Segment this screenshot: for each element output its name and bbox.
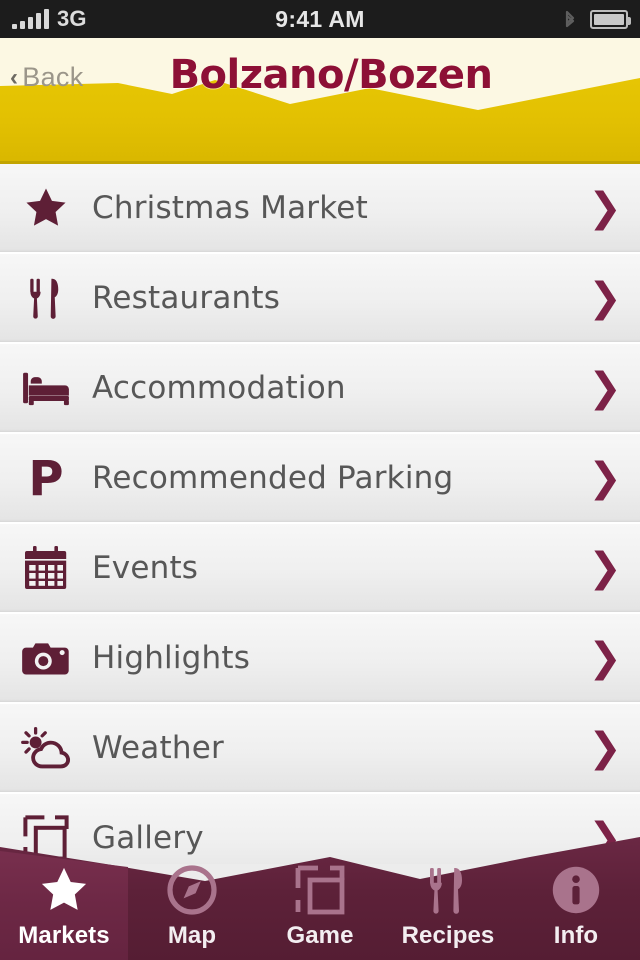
tab-bar-items: Markets Map Game Recipes Info	[0, 835, 640, 960]
tab-label: Map	[167, 922, 217, 949]
cards-icon	[294, 862, 346, 918]
camera-icon	[0, 613, 92, 703]
status-bar-center: 9:41 AM	[0, 6, 640, 33]
menu-list: Christmas Market ❯ Restaurants ❯ Accommo…	[0, 164, 640, 864]
status-bar: 3G 9:41 AM	[0, 0, 640, 38]
list-item-label: Weather	[92, 730, 224, 766]
page-title: Bolzano/Bozen	[169, 52, 493, 98]
chevron-right-icon: ❯	[588, 545, 622, 591]
sun-cloud-icon	[0, 703, 92, 793]
tab-markets[interactable]: Markets	[0, 835, 128, 960]
list-item[interactable]: Restaurants ❯	[0, 254, 640, 344]
list-item[interactable]: P Recommended Parking ❯	[0, 434, 640, 524]
navigation-header: ‹ Back Bolzano/Bozen	[0, 38, 640, 164]
list-item-label: Accommodation	[92, 370, 346, 406]
list-item[interactable]: Accommodation ❯	[0, 344, 640, 434]
calendar-icon	[0, 523, 92, 613]
clock-label: 9:41 AM	[275, 5, 365, 32]
list-item[interactable]: Christmas Market ❯	[0, 164, 640, 254]
chevron-right-icon: ❯	[588, 635, 622, 681]
chevron-right-icon: ❯	[588, 455, 622, 501]
bluetooth-icon	[562, 8, 578, 30]
parking-p-icon: P	[0, 433, 92, 523]
app-screen: 3G 9:41 AM ‹ Back Bolzano/Bozen Christma…	[0, 0, 640, 960]
tab-game[interactable]: Game	[256, 835, 384, 960]
fork-knife-icon	[424, 862, 472, 918]
tab-label: Info	[553, 922, 599, 949]
chevron-right-icon: ❯	[588, 185, 622, 231]
chevron-right-icon: ❯	[588, 275, 622, 321]
list-item-label: Restaurants	[92, 280, 281, 316]
compass-icon	[166, 862, 218, 918]
list-item-label: Christmas Market	[92, 190, 368, 226]
fork-knife-icon	[0, 253, 92, 343]
tab-label: Game	[286, 922, 354, 949]
battery-icon	[590, 9, 631, 29]
tab-label: Recipes	[401, 922, 495, 949]
star-icon	[0, 164, 92, 253]
list-item-label: Events	[92, 550, 199, 586]
bottom-tab-bar: Markets Map Game Recipes Info	[0, 835, 640, 960]
info-circle-icon	[550, 862, 602, 918]
tab-recipes[interactable]: Recipes	[384, 835, 512, 960]
tab-info[interactable]: Info	[512, 835, 640, 960]
chevron-right-icon: ❯	[588, 365, 622, 411]
list-item-label: Recommended Parking	[92, 460, 454, 496]
list-item[interactable]: Weather ❯	[0, 704, 640, 794]
star-icon	[38, 862, 90, 918]
list-item[interactable]: Events ❯	[0, 524, 640, 614]
header-bottom-divider	[0, 161, 640, 164]
bed-icon	[0, 343, 92, 433]
list-item-label: Highlights	[92, 640, 251, 676]
svg-text:P: P	[28, 454, 63, 502]
tab-map[interactable]: Map	[128, 835, 256, 960]
chevron-right-icon: ❯	[588, 725, 622, 771]
list-item[interactable]: Highlights ❯	[0, 614, 640, 704]
tab-label: Markets	[18, 922, 110, 949]
